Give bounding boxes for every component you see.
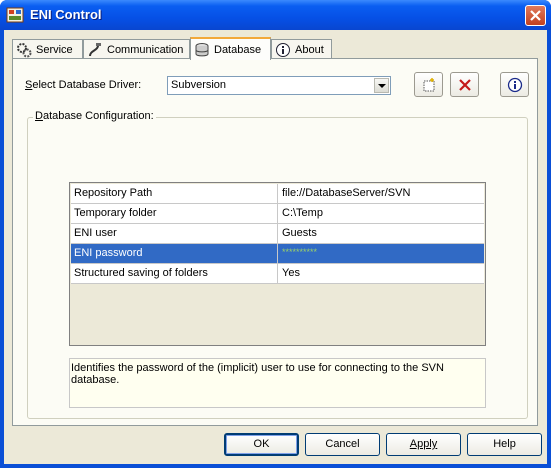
eni-control-icon — [6, 6, 24, 24]
property-name: Temporary folder — [71, 204, 278, 223]
tab-label: Service — [36, 43, 73, 56]
new-button[interactable] — [414, 72, 443, 97]
tab-label: Communication — [107, 43, 184, 56]
property-name: ENI password — [71, 244, 278, 263]
tab-about[interactable]: About — [271, 39, 332, 59]
tab-communication[interactable]: Communication — [83, 39, 190, 59]
ok-button[interactable]: OK — [224, 433, 299, 456]
apply-button[interactable]: Apply — [386, 433, 461, 456]
tab-label: About — [295, 43, 324, 56]
dialog-client: Service Communication Database About Sel… — [4, 30, 547, 464]
cable-icon — [87, 42, 103, 58]
close-button[interactable] — [525, 5, 546, 26]
table-row[interactable]: Repository Path file://DatabaseServer/SV… — [71, 184, 484, 204]
table-row[interactable]: Structured saving of folders Yes — [71, 264, 484, 284]
configuration-grid[interactable]: Repository Path file://DatabaseServer/SV… — [69, 182, 486, 346]
delete-icon — [459, 79, 471, 91]
property-description: Identifies the password of the (implicit… — [69, 358, 486, 408]
driver-label: Select Database Driver: — [25, 79, 142, 91]
info-button[interactable] — [500, 72, 529, 97]
tab-service[interactable]: Service — [12, 39, 83, 59]
new-icon — [423, 78, 435, 92]
title-bar[interactable]: ENI Control — [0, 0, 551, 30]
dialog-window: ENI Control Service Communication Databa… — [0, 0, 551, 468]
database-icon — [194, 42, 210, 58]
property-name: ENI user — [71, 224, 278, 243]
chevron-down-icon[interactable] — [374, 78, 389, 93]
selected-driver: Subversion — [171, 79, 227, 91]
gears-icon — [16, 42, 32, 58]
tab-database[interactable]: Database — [190, 37, 271, 60]
info-icon — [275, 42, 291, 58]
property-name: Repository Path — [71, 184, 278, 203]
property-value[interactable]: Yes — [279, 264, 490, 289]
table-row[interactable]: Temporary folder C:\Temp — [71, 204, 484, 224]
property-name: Structured saving of folders — [71, 264, 278, 283]
info-icon — [507, 77, 523, 93]
cancel-button[interactable]: Cancel — [305, 433, 380, 456]
database-tab-panel: Select Database Driver: Subversion Datab… — [12, 58, 538, 426]
help-button[interactable]: Help — [467, 433, 542, 456]
delete-button[interactable] — [450, 72, 479, 97]
close-icon — [530, 10, 541, 21]
window-title: ENI Control — [30, 7, 102, 22]
group-title: Database Configuration: — [33, 110, 156, 122]
table-row[interactable]: ENI user Guests — [71, 224, 484, 244]
database-driver-select[interactable]: Subversion — [167, 76, 391, 95]
tab-label: Database — [214, 43, 262, 56]
table-row-selected[interactable]: ENI password ********** — [71, 244, 484, 264]
